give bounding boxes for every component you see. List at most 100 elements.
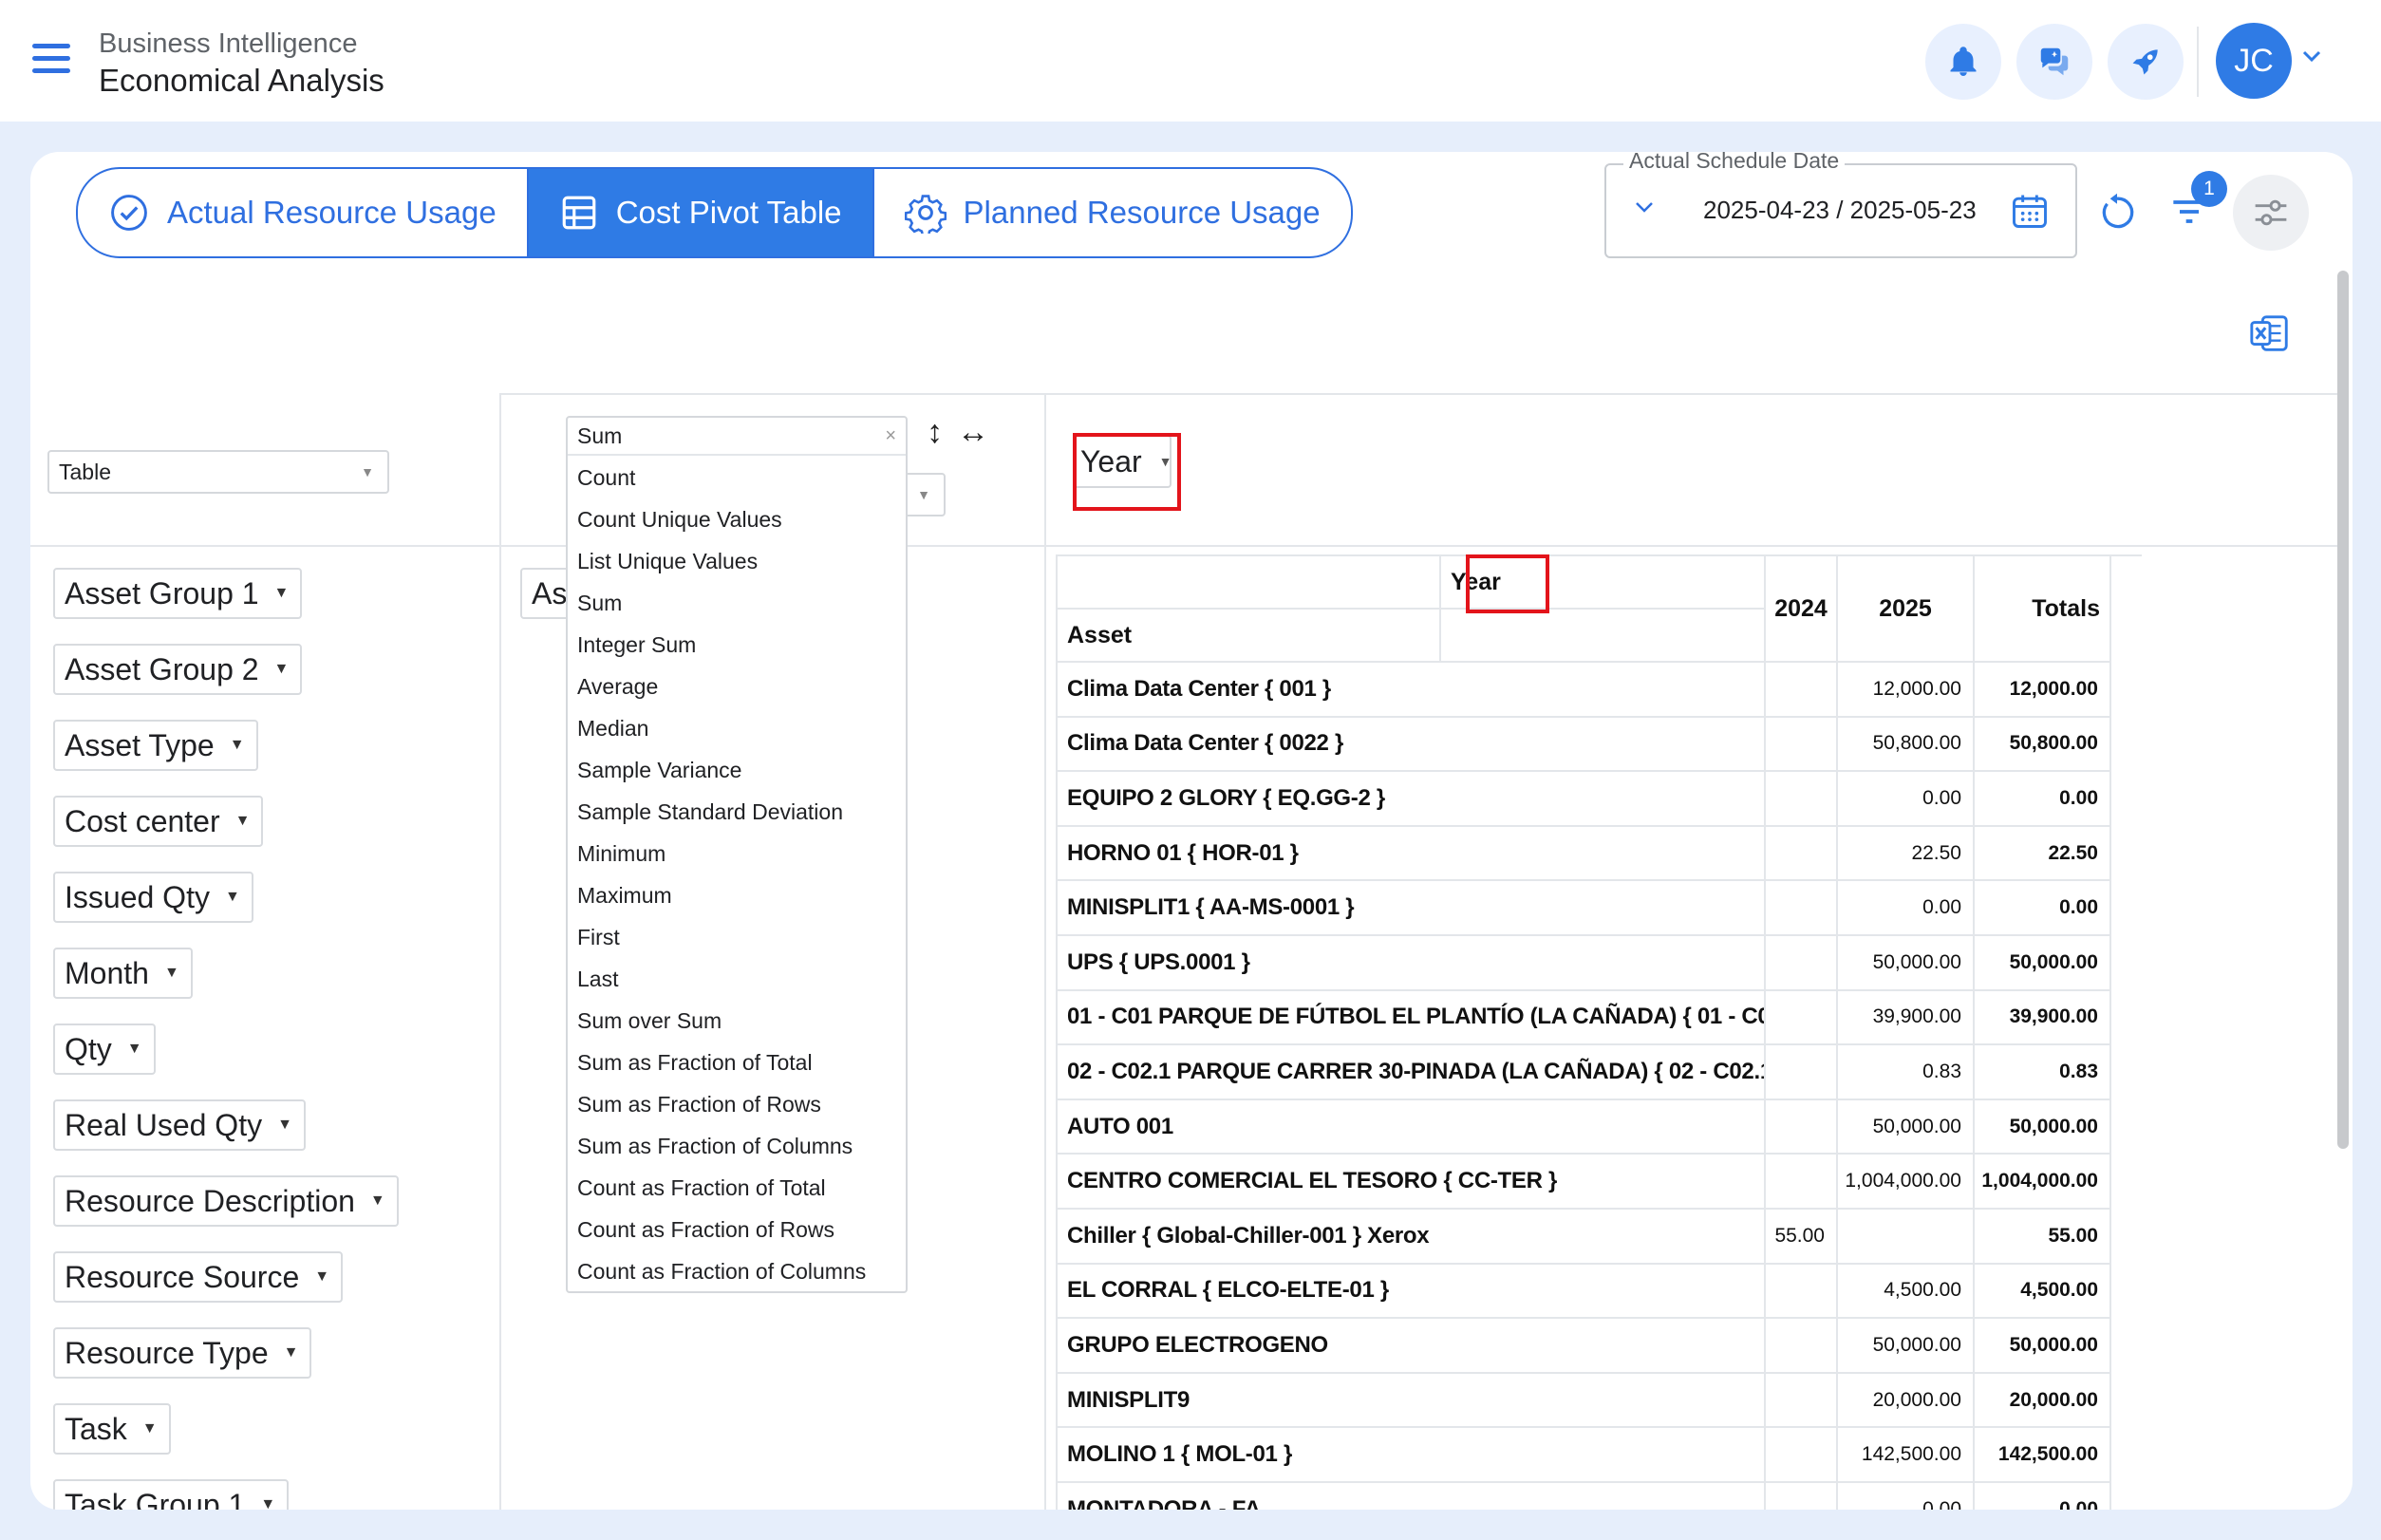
tab-actual-resource-usage[interactable]: Actual Resource Usage [78, 169, 527, 256]
dropdown-arrow-icon[interactable]: ▼ [127, 1041, 142, 1058]
value-cell-2024[interactable] [1766, 663, 1838, 718]
dropdown-arrow-icon[interactable]: ▼ [284, 1344, 299, 1362]
value-cell-2025[interactable]: 20,000.00 [1838, 1373, 1975, 1429]
attribute-issued-qty[interactable]: Issued Qty ▼ [53, 872, 253, 923]
calendar-icon[interactable] [2009, 190, 2051, 232]
attribute-cost-center[interactable]: Cost center ▼ [53, 796, 264, 847]
value-cell-2025[interactable]: 0.00 [1838, 881, 1975, 936]
total-cell[interactable]: 4,500.00 [1975, 1264, 2111, 1320]
total-cell[interactable]: 55.00 [1975, 1210, 2111, 1265]
aggregator-option[interactable]: Count Unique Values [577, 507, 782, 533]
avatar[interactable]: JC [2216, 23, 2292, 99]
clear-icon[interactable]: × [885, 425, 896, 447]
aggregator-option[interactable]: Sum over Sum [577, 1008, 722, 1034]
dropdown-arrow-icon[interactable]: ▼ [230, 737, 245, 754]
renderer-select[interactable]: Table ▼ [47, 450, 389, 494]
aggregator-option[interactable]: Count as Fraction of Columns [577, 1259, 866, 1285]
value-cell-2024[interactable] [1766, 1155, 1838, 1210]
value-cell-2025[interactable]: 4,500.00 [1838, 1264, 1975, 1320]
total-cell[interactable]: 39,900.00 [1975, 990, 2111, 1046]
dropdown-arrow-icon[interactable]: ▼ [370, 1193, 385, 1210]
menu-icon[interactable] [32, 44, 70, 76]
value-cell-2024[interactable] [1766, 881, 1838, 936]
notifications-button[interactable] [1925, 24, 2001, 100]
value-cell-2024[interactable] [1766, 717, 1838, 773]
value-cell-2024[interactable] [1766, 772, 1838, 827]
dropdown-arrow-icon[interactable]: ▼ [274, 661, 290, 678]
aggregator-option[interactable]: Minimum [577, 841, 666, 867]
aggregator-option[interactable]: Count [577, 465, 635, 491]
value-cell-2024[interactable] [1766, 990, 1838, 1046]
value-cell-2024[interactable] [1766, 1428, 1838, 1483]
value-cell-2025[interactable]: 50,800.00 [1838, 717, 1975, 773]
chevron-down-icon[interactable] [1633, 199, 1656, 215]
col-header-2025[interactable]: 2025 [1838, 556, 1975, 663]
total-cell[interactable]: 20,000.00 [1975, 1373, 2111, 1429]
aggregator-option[interactable]: Sample Standard Deviation [577, 799, 843, 825]
aggregator-option[interactable]: First [577, 925, 620, 950]
value-cell-2025[interactable]: 12,000.00 [1838, 663, 1975, 718]
dropdown-arrow-icon[interactable]: ▼ [260, 1496, 275, 1510]
total-cell[interactable]: 0.00 [1975, 772, 2111, 827]
attribute-task[interactable]: Task ▼ [53, 1403, 171, 1455]
tab-cost-pivot-table[interactable]: Cost Pivot Table [526, 169, 872, 256]
aggregator-option[interactable]: Sum [577, 591, 622, 616]
aggregator-option[interactable]: List Unique Values [577, 549, 758, 574]
aggregator-option[interactable]: Integer Sum [577, 632, 696, 658]
row-sort-toggle[interactable]: ↕ [927, 414, 943, 451]
aggregator-option[interactable]: Sum as Fraction of Rows [577, 1092, 821, 1117]
value-cell-2024[interactable] [1766, 1264, 1838, 1320]
value-cell-2024[interactable] [1766, 826, 1838, 882]
dropdown-arrow-icon[interactable]: ▼ [164, 965, 179, 982]
aggregator-option[interactable]: Maximum [577, 883, 672, 909]
aggregator-option[interactable]: Average [577, 674, 658, 700]
aggregator-option[interactable]: Sum as Fraction of Total [577, 1050, 813, 1076]
dropdown-arrow-icon[interactable]: ▼ [225, 889, 240, 906]
value-cell-2024[interactable] [1766, 1045, 1838, 1100]
col-sort-toggle[interactable]: ↔ [957, 414, 989, 451]
value-cell-2025[interactable]: 0.00 [1838, 772, 1975, 827]
aggregator-option[interactable]: Sum as Fraction of Columns [577, 1134, 853, 1159]
value-cell-2025[interactable]: 50,000.00 [1838, 1319, 1975, 1374]
refresh-icon[interactable] [2096, 190, 2138, 234]
total-cell[interactable]: 50,000.00 [1975, 1099, 2111, 1155]
aggregator-option[interactable]: Count as Fraction of Rows [577, 1217, 834, 1243]
aggregator-option[interactable]: Last [577, 967, 618, 992]
total-cell[interactable]: 142,500.00 [1975, 1428, 2111, 1483]
vertical-scrollbar[interactable] [2337, 271, 2349, 1149]
value-cell-2025[interactable]: 50,000.00 [1838, 936, 1975, 991]
attribute-asset-type[interactable]: Asset Type ▼ [53, 720, 258, 771]
chevron-down-icon[interactable] [2299, 47, 2324, 65]
aggregator-option[interactable]: Sample Variance [577, 758, 741, 783]
attribute-asset-group-2[interactable]: Asset Group 2 ▼ [53, 644, 303, 695]
value-cell-2024[interactable] [1766, 1319, 1838, 1374]
col-header-2024[interactable]: 2024 [1766, 556, 1838, 663]
aggregator-selected[interactable]: Sum × [568, 418, 906, 456]
value-cell-2025[interactable]: 0.00 [1838, 1483, 1975, 1510]
dropdown-arrow-icon[interactable]: ▼ [277, 1117, 292, 1134]
value-cell-2025[interactable]: 39,900.00 [1838, 990, 1975, 1046]
date-range-value[interactable]: 2025-04-23 / 2025-05-23 [1703, 196, 1977, 225]
attribute-month[interactable]: Month ▼ [53, 948, 193, 999]
attribute-resource-source[interactable]: Resource Source ▼ [53, 1251, 344, 1303]
total-cell[interactable]: 12,000.00 [1975, 663, 2111, 718]
aggregator-dropdown[interactable]: Sum × Count Count Unique Values List Uni… [566, 416, 908, 1293]
settings-sliders-button[interactable] [2233, 175, 2309, 251]
attribute-task-group-1[interactable]: Task Group 1 ▼ [53, 1479, 290, 1510]
attribute-asset-group-1[interactable]: Asset Group 1 ▼ [53, 568, 303, 619]
total-cell[interactable]: 0.83 [1975, 1045, 2111, 1100]
total-cell[interactable]: 1,004,000.00 [1975, 1155, 2111, 1210]
attribute-resource-description[interactable]: Resource Description ▼ [53, 1175, 399, 1227]
value-cell-2025[interactable]: 0.83 [1838, 1045, 1975, 1100]
value-cell-2024[interactable] [1766, 1483, 1838, 1510]
total-cell[interactable]: 50,800.00 [1975, 717, 2111, 773]
whats-new-button[interactable] [2108, 24, 2184, 100]
value-cell-2024[interactable] [1766, 936, 1838, 991]
value-cell-2025[interactable]: 1,004,000.00 [1838, 1155, 1975, 1210]
tab-planned-resource-usage[interactable]: Planned Resource Usage [872, 169, 1351, 256]
value-cell-2025[interactable]: 50,000.00 [1838, 1099, 1975, 1155]
value-cell-2024[interactable]: 55.00 [1766, 1210, 1838, 1265]
dropdown-arrow-icon[interactable]: ▼ [142, 1420, 158, 1437]
aggregator-option[interactable]: Count as Fraction of Total [577, 1175, 826, 1201]
total-cell[interactable]: 0.00 [1975, 1483, 2111, 1510]
